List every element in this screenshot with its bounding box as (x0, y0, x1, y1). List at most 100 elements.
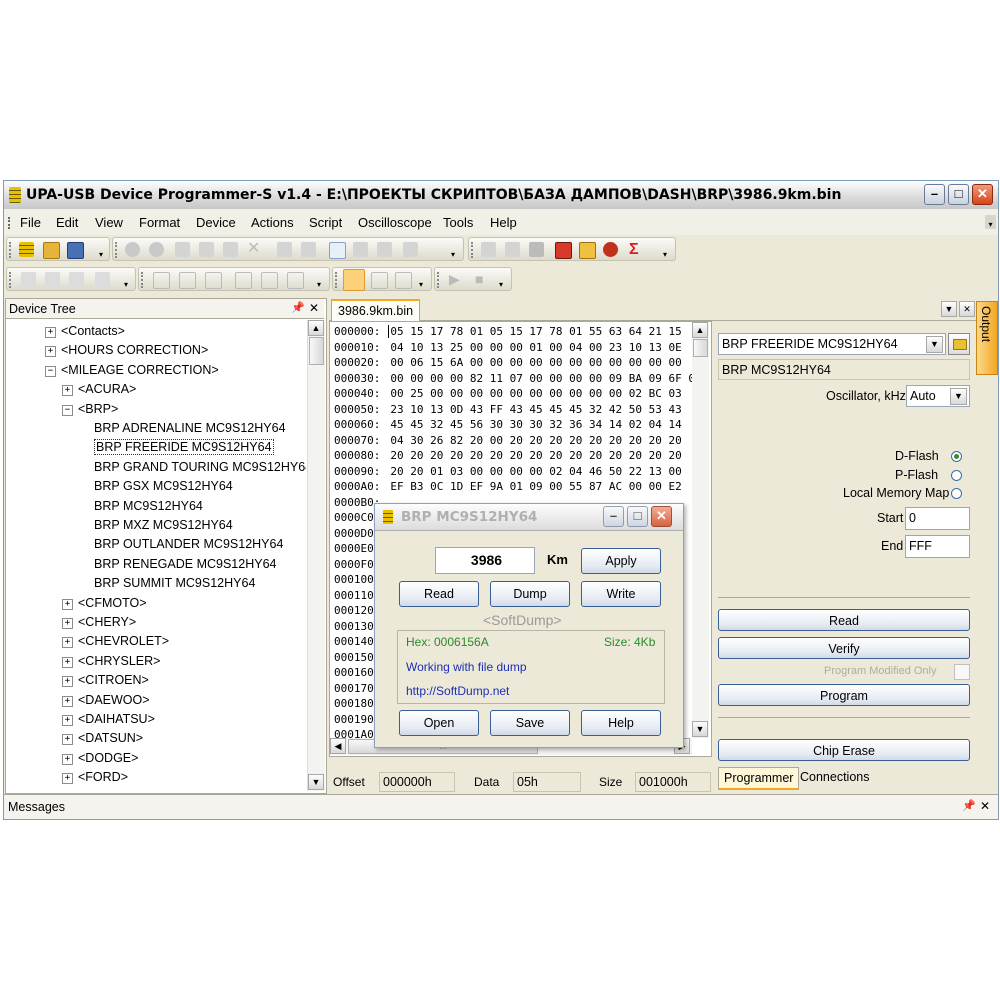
tree-node[interactable]: + <CHEVROLET> (62, 634, 169, 649)
maximize-button[interactable]: □ (627, 506, 648, 527)
hex-row[interactable]: 000090: 20 20 01 03 00 00 00 00 02 04 46 … (334, 465, 682, 478)
tree-node[interactable]: + <HOURS CORRECTION> (45, 343, 208, 358)
hex-bytes[interactable]: 20 20 20 20 20 20 20 20 20 20 20 20 20 2… (390, 449, 681, 462)
scroll-up-icon[interactable]: ▲ (308, 320, 324, 336)
tree-node[interactable]: + <FORD> (62, 770, 128, 785)
minimize-button[interactable]: – (603, 506, 624, 527)
device-select[interactable]: BRP FREERIDE MC9S12HY64 (718, 333, 946, 355)
bug-icon[interactable] (603, 242, 618, 257)
close-icon[interactable]: ✕ (309, 301, 319, 315)
dialog-title-bar[interactable]: BRP MC9S12HY64 – □ ✕ (375, 504, 683, 531)
measure-icon[interactable] (395, 272, 412, 289)
hex-row[interactable]: 000030: 00 00 00 00 82 11 07 00 00 00 00 … (334, 372, 692, 385)
memory-icon[interactable] (505, 242, 520, 257)
hex-bytes[interactable]: 45 45 32 45 56 30 30 30 32 36 34 14 02 0… (390, 418, 681, 431)
scroll-thumb[interactable] (693, 339, 708, 357)
menu-view[interactable]: View (95, 215, 123, 230)
menu-edit[interactable]: Edit (56, 215, 78, 230)
view3-icon[interactable] (205, 272, 222, 289)
menu-tools[interactable]: Tools (443, 215, 473, 230)
tree-leaf[interactable]: BRP GRAND TOURING MC9S12HY64 (94, 460, 306, 474)
browse-folder-icon[interactable] (948, 333, 970, 355)
sigma-icon[interactable]: Σ (629, 242, 644, 258)
hex-vscroll[interactable]: ▲ ▼ (692, 322, 709, 738)
hex-row[interactable]: 000000: 05 15 17 78 01 05 15 17 78 01 55 … (334, 325, 682, 338)
scissors-icon[interactable] (69, 272, 84, 287)
hex-row[interactable]: 000040: 00 25 00 00 00 00 00 00 00 00 00 … (334, 387, 682, 400)
expand-icon[interactable]: + (62, 734, 73, 746)
export-icon[interactable] (353, 242, 368, 257)
tree-leaf[interactable]: BRP MC9S12HY64 (94, 499, 203, 513)
brush-icon[interactable] (45, 272, 60, 287)
tree-leaf[interactable]: BRP FREERIDE MC9S12HY64 (94, 439, 274, 456)
scroll-up-icon[interactable]: ▲ (692, 322, 708, 338)
website-link[interactable]: http://SoftDump.net (406, 684, 509, 698)
end-input[interactable]: FFF (905, 535, 970, 558)
menu-overflow-icon[interactable]: ▾ (985, 215, 996, 229)
tree-leaf[interactable]: BRP ADRENALINE MC9S12HY64 (94, 421, 286, 435)
pin-icon[interactable]: 📌 (962, 799, 976, 812)
pin-icon[interactable]: 📌 (291, 301, 305, 314)
tree-node[interactable]: + <CHRYSLER> (62, 654, 160, 668)
tab-list-icon[interactable]: ▼ (941, 301, 957, 317)
tree-node[interactable]: − <BRP> (62, 402, 118, 416)
tree-leaf[interactable]: BRP GSX MC9S12HY64 (94, 479, 233, 493)
save-button[interactable]: Save (490, 710, 570, 736)
menu-help[interactable]: Help (490, 215, 517, 230)
hex-row[interactable]: 000020: 00 06 15 6A 00 00 00 00 00 00 00 … (334, 356, 682, 369)
expand-icon[interactable]: + (62, 656, 73, 668)
zoom-icon[interactable] (371, 272, 388, 289)
tree-leaf[interactable]: BRP SUMMIT MC9S12HY64 (94, 576, 255, 590)
replace-icon[interactable] (301, 242, 316, 257)
program-modified-checkbox[interactable] (954, 664, 970, 680)
menu-device[interactable]: Device (196, 215, 236, 230)
tree-scrollbar[interactable]: ▲ ▼ (307, 320, 325, 791)
menu-actions[interactable]: Actions (251, 215, 294, 230)
output-side-tab[interactable]: Output (976, 301, 998, 375)
menu-script[interactable]: Script (309, 215, 342, 230)
tree-leaf[interactable]: BRP RENEGADE MC9S12HY64 (94, 557, 276, 571)
hex-bytes[interactable]: EF B3 0C 1D EF 9A 01 09 00 55 87 AC 00 0… (390, 480, 681, 493)
hex-bytes[interactable]: 05 15 17 78 01 05 15 17 78 01 55 63 64 2… (390, 325, 681, 338)
hex-row[interactable]: 000050: 23 10 13 0D 43 FF 43 45 45 45 32 … (334, 403, 682, 416)
expand-icon[interactable]: + (62, 598, 73, 610)
scroll-thumb[interactable] (309, 337, 324, 365)
toolbar-overflow-icon[interactable]: ▾ (663, 250, 667, 259)
expand-icon[interactable]: + (45, 346, 56, 358)
scroll-down-icon[interactable]: ▼ (692, 721, 708, 737)
tree-node[interactable]: + <CITROEN> (62, 673, 149, 688)
collapse-icon[interactable]: − (62, 404, 73, 416)
window-icon[interactable] (555, 242, 572, 259)
view1-icon[interactable] (153, 272, 170, 289)
hex-bytes[interactable]: 04 30 26 82 20 00 20 20 20 20 20 20 20 2… (390, 434, 681, 447)
align-right-icon[interactable] (287, 272, 304, 289)
chip-icon[interactable] (481, 242, 496, 257)
chip-erase-button[interactable]: Chip Erase (718, 739, 970, 761)
play-icon[interactable]: ▶ (449, 272, 464, 287)
refresh-icon[interactable] (403, 242, 418, 257)
read-button[interactable]: Read (718, 609, 970, 631)
close-button[interactable]: ✕ (651, 506, 672, 527)
write-button[interactable]: Write (581, 581, 661, 607)
pointer-icon[interactable] (343, 269, 365, 291)
toolbar-overflow-icon[interactable]: ▾ (451, 250, 455, 259)
open-button[interactable]: Open (399, 710, 479, 736)
tab-3986-bin[interactable]: 3986.9km.bin (331, 299, 421, 321)
align-left-icon[interactable] (235, 272, 252, 289)
grid-icon[interactable] (529, 242, 544, 257)
tree-node[interactable]: + <DAEWOO> (62, 693, 150, 707)
hex-bytes[interactable]: 20 20 01 03 00 00 00 00 02 04 46 50 22 1… (390, 465, 681, 478)
tree-node[interactable]: − <MILEAGE CORRECTION> (45, 363, 219, 377)
collapse-icon[interactable]: − (45, 365, 56, 377)
back-icon[interactable] (125, 242, 140, 257)
localmem-radio[interactable] (951, 488, 962, 499)
expand-icon[interactable]: + (45, 327, 56, 338)
align-center-icon[interactable] (261, 272, 278, 289)
expand-icon[interactable]: + (62, 753, 73, 765)
tree-node[interactable]: + <DAIHATSU> (62, 712, 155, 726)
expand-icon[interactable]: + (62, 637, 73, 649)
import-icon[interactable] (377, 242, 392, 257)
dflash-radio[interactable] (951, 451, 962, 462)
hex-row[interactable]: 0000A0: EF B3 0C 1D EF 9A 01 09 00 55 87 … (334, 480, 682, 493)
start-input[interactable]: 0 (905, 507, 970, 530)
